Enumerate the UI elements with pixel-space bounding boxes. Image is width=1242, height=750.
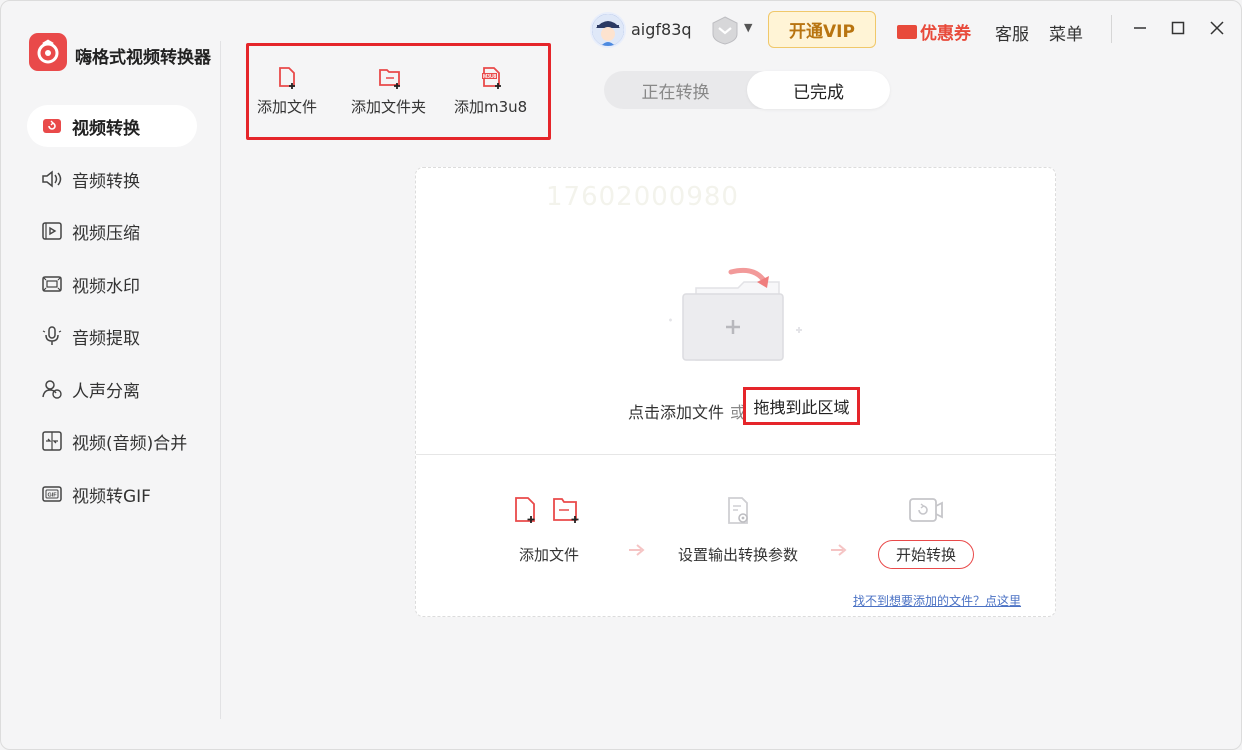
add-file-label: 添加文件 <box>257 98 318 116</box>
coupon-icon <box>897 24 917 39</box>
sidebar-item-label: 视频转GIF <box>72 486 151 507</box>
vip-button[interactable]: 开通VIP <box>768 11 876 48</box>
step-set-params: 设置输出转换参数 <box>678 496 798 565</box>
step-set-params-label: 设置输出转换参数 <box>678 546 799 564</box>
sidebar-item-merge[interactable]: 视频(音频)合并 <box>27 420 197 462</box>
speaker-icon <box>41 168 63 190</box>
sidebar-item-label: 音频转换 <box>72 171 140 192</box>
sidebar-divider <box>220 41 221 719</box>
gif-icon: GIF <box>41 483 63 505</box>
video-compress-icon <box>41 220 63 242</box>
add-file-button[interactable]: 添加文件 <box>257 65 317 117</box>
sidebar-item-video-watermark[interactable]: 视频水印 <box>27 263 197 305</box>
username[interactable]: aigf83q <box>631 20 692 39</box>
member-badge-icon[interactable] <box>709 14 743 48</box>
maximize-icon[interactable] <box>1165 15 1191 41</box>
coupon-label: 优惠券 <box>920 24 971 44</box>
app-logo <box>29 33 67 71</box>
customer-service-button[interactable]: 客服 <box>995 20 1029 45</box>
tab-completed[interactable]: 已完成 <box>747 71 890 109</box>
sidebar: 嗨格式视频转换器 视频转换 音频转换 视频压缩 视频水印 音频提取 人声分离 视… <box>1 1 220 749</box>
start-convert-button[interactable]: 开始转换 <box>878 540 974 569</box>
step-add-file-label: 添加文件 <box>518 546 579 564</box>
step-arrow-icon <box>831 544 847 556</box>
sidebar-item-label: 视频转换 <box>72 118 140 139</box>
sidebar-item-label: 人声分离 <box>72 381 140 402</box>
help-link[interactable]: 找不到想要添加的文件？点这里 <box>853 592 1021 609</box>
video-convert-icon <box>41 115 63 137</box>
drop-zone[interactable]: 17602000980 点击添加文件或 拖拽到此区域 添加文件 设置输出转换参数… <box>415 167 1056 617</box>
add-m3u8-button[interactable]: M3U8 添加m3u8 <box>454 65 527 117</box>
sidebar-item-audio-convert[interactable]: 音频转换 <box>27 158 197 200</box>
microphone-icon <box>41 325 63 347</box>
sidebar-item-label: 视频(音频)合并 <box>72 433 188 454</box>
drag-area-highlight: 拖拽到此区域 <box>743 387 860 425</box>
tab-converting[interactable]: 正在转换 <box>604 71 747 109</box>
app-title: 嗨格式视频转换器 <box>75 48 211 68</box>
window-controls-divider <box>1111 15 1112 43</box>
sidebar-item-label: 视频压缩 <box>72 223 140 244</box>
add-folder-label: 添加文件夹 <box>351 98 427 116</box>
sidebar-item-audio-extract[interactable]: 音频提取 <box>27 315 197 357</box>
svg-text:GIF: GIF <box>48 493 58 499</box>
sidebar-item-video-to-gif[interactable]: GIF 视频转GIF <box>27 473 197 515</box>
convert-device-icon <box>909 498 943 522</box>
app-window: 嗨格式视频转换器 视频转换 音频转换 视频压缩 视频水印 音频提取 人声分离 视… <box>0 0 1242 750</box>
add-folder-icon <box>377 65 401 91</box>
sidebar-item-video-compress[interactable]: 视频压缩 <box>27 210 197 252</box>
minimize-icon[interactable] <box>1127 15 1153 41</box>
voice-separate-icon <box>41 378 63 400</box>
m3u8-file-icon: M3U8 <box>479 65 503 91</box>
add-file-icon <box>275 65 299 91</box>
watermark-text: 17602000980 <box>546 182 739 212</box>
avatar[interactable] <box>590 12 626 48</box>
drop-hint: 点击添加文件或 <box>628 399 752 423</box>
sidebar-item-label: 视频水印 <box>72 276 140 297</box>
m3u8-badge: M3U8 <box>483 74 497 80</box>
add-folder-button[interactable]: 添加文件夹 <box>351 65 426 117</box>
chevron-down-icon[interactable]: ▼ <box>744 21 752 34</box>
step-add-file[interactable]: 添加文件 <box>514 496 584 565</box>
drop-divider <box>416 454 1055 455</box>
menu-button[interactable]: 菜单 <box>1049 20 1083 45</box>
add-file-step-icon <box>515 497 579 523</box>
folder-illustration-icon <box>661 248 811 368</box>
sidebar-item-video-convert[interactable]: 视频转换 <box>27 105 197 147</box>
sidebar-item-label: 音频提取 <box>72 328 140 349</box>
add-m3u8-label: 添加m3u8 <box>454 98 528 116</box>
close-icon[interactable] <box>1204 15 1230 41</box>
status-tabs: 正在转换 已完成 <box>604 71 890 109</box>
coupon-button[interactable]: 优惠券 <box>897 19 971 44</box>
drop-hint-click: 点击添加文件 <box>628 403 725 422</box>
settings-file-icon <box>728 497 748 524</box>
watermark-icon <box>41 273 63 295</box>
drop-hint-drag: 拖拽到此区域 <box>753 398 850 417</box>
merge-icon <box>41 430 63 452</box>
sidebar-item-voice-separate[interactable]: 人声分离 <box>27 368 197 410</box>
step-arrow-icon <box>629 544 645 556</box>
